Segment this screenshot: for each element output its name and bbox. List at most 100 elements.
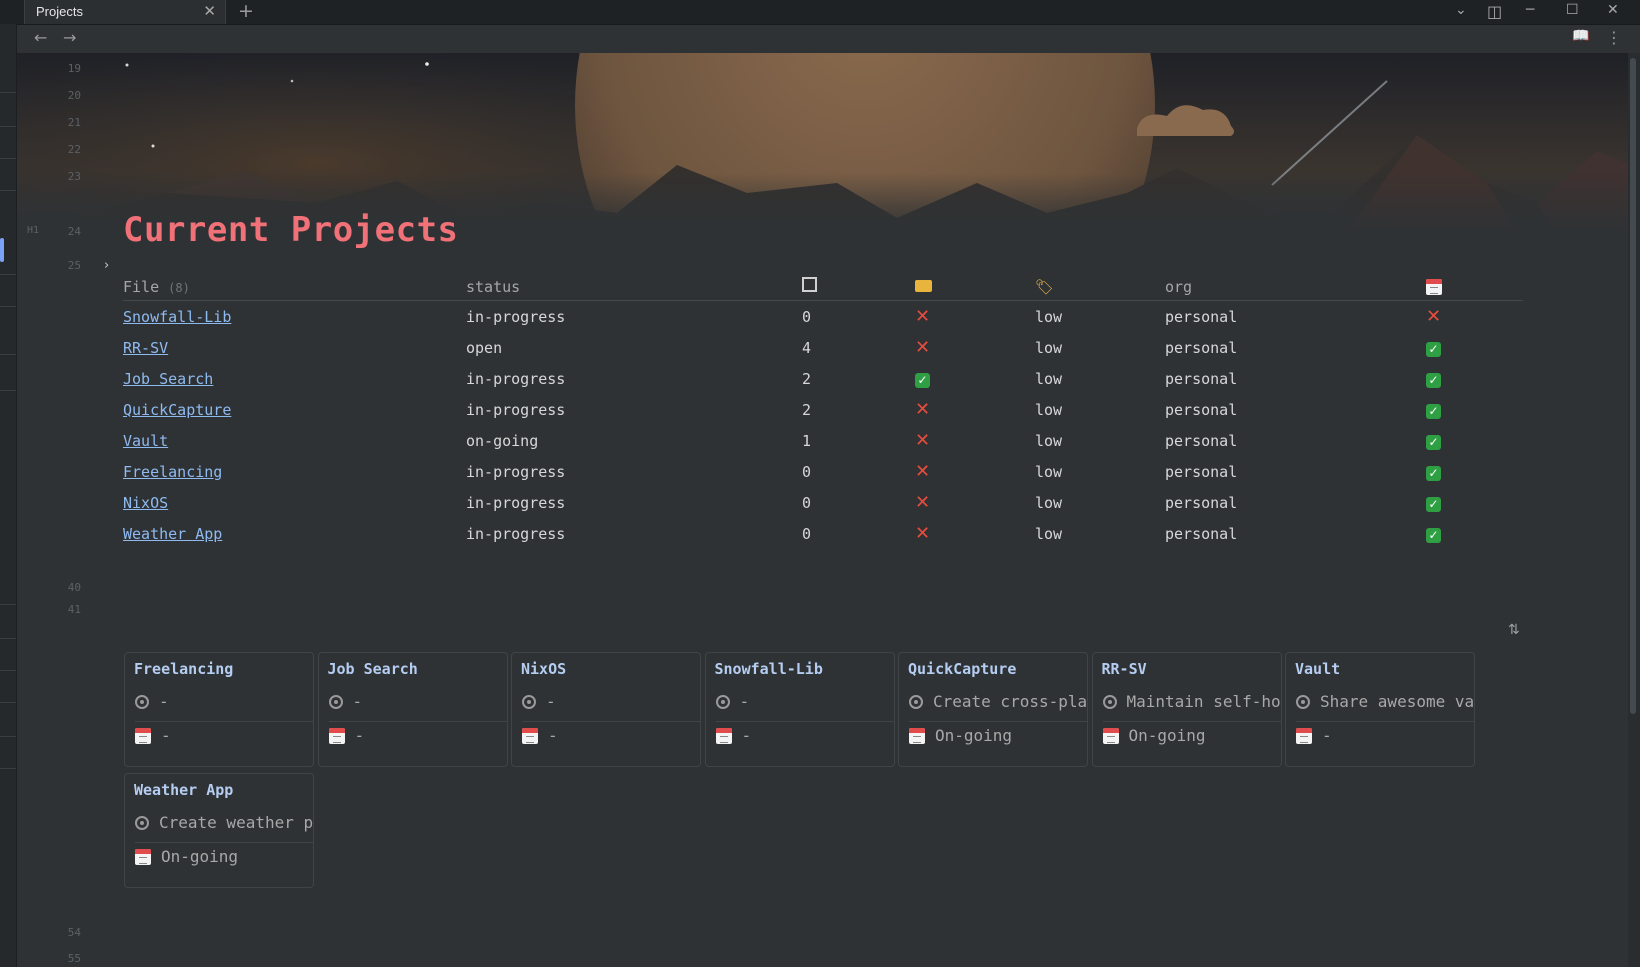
card-goal-row: Share awesome va <box>1296 691 1475 722</box>
maximize-icon[interactable]: ☐ <box>1566 2 1579 18</box>
card-goal-value: Share awesome va <box>1320 692 1475 711</box>
ribbon-divider <box>0 274 16 275</box>
card-date-row: On-going <box>135 846 313 876</box>
task-count-cell: 0 <box>802 518 915 549</box>
card-title[interactable]: Freelancing <box>134 660 233 678</box>
title-bar: Projects ✕ + ⌄ ◫ ─ ☐ ✕ <box>0 0 1640 25</box>
status-value: open <box>466 338 503 357</box>
ticket-cell: ✕ <box>915 301 1035 333</box>
column-header-tasks[interactable] <box>802 273 915 301</box>
file-link[interactable]: Vault <box>123 432 168 450</box>
card-date-value: - <box>1322 726 1332 745</box>
file-link[interactable]: Freelancing <box>123 463 222 481</box>
fold-toggle-icon[interactable]: › <box>104 258 109 273</box>
task-count-cell: 0 <box>802 487 915 518</box>
ribbon-divider <box>0 768 16 769</box>
calendar-icon <box>1296 727 1312 744</box>
project-card[interactable]: Job Search - - <box>317 652 508 767</box>
calendar-icon <box>135 848 151 865</box>
task-count: 4 <box>802 338 812 357</box>
priority-value: low <box>1035 493 1063 512</box>
ribbon-divider <box>0 190 16 191</box>
target-icon <box>1296 694 1310 709</box>
date-cell: ✓ <box>1426 456 1523 487</box>
org-value: personal <box>1165 307 1238 326</box>
table-row: Weather App in-progress 0 ✕ low personal ✓ <box>123 518 1523 549</box>
project-card[interactable]: Snowfall-Lib - - <box>704 652 895 767</box>
project-card[interactable]: Freelancing - - <box>124 652 314 767</box>
file-link[interactable]: RR-SV <box>123 339 168 357</box>
tab-list-dropdown-icon[interactable]: ⌄ <box>1455 2 1467 18</box>
cross-mark-icon: ✕ <box>915 399 931 420</box>
task-count-cell: 4 <box>802 332 915 363</box>
task-count-cell: 2 <box>802 363 915 394</box>
line-number: 20 <box>67 89 81 102</box>
heading-marker: H1 <box>27 225 40 236</box>
date-cell: ✓ <box>1426 425 1523 456</box>
file-link[interactable]: Job Search <box>123 370 213 388</box>
org-value-cell: personal <box>1165 425 1426 456</box>
card-title[interactable]: Vault <box>1295 660 1340 678</box>
project-card[interactable]: NixOS - - <box>511 652 701 767</box>
check-mark-icon: ✓ <box>1426 372 1441 388</box>
project-card[interactable]: Vault Share awesome va - <box>1285 652 1475 767</box>
ticket-icon <box>915 279 932 292</box>
ticket-cell: ✕ <box>915 518 1035 549</box>
tab-close-icon[interactable]: ✕ <box>203 2 216 20</box>
check-mark-icon: ✓ <box>1426 496 1441 512</box>
file-count: (8) <box>168 280 190 295</box>
new-tab-button[interactable]: + <box>238 0 254 22</box>
file-link[interactable]: QuickCapture <box>123 401 231 419</box>
status-value-cell: in-progress <box>466 456 802 487</box>
card-goal-value: - <box>159 692 169 711</box>
reading-mode-icon[interactable]: 📖 <box>1572 28 1589 44</box>
column-header-ticket[interactable] <box>915 273 1035 301</box>
card-title[interactable]: Job Search <box>328 660 418 678</box>
file-link[interactable]: NixOS <box>123 494 168 512</box>
card-goal-row: - <box>715 691 894 722</box>
priority-value: low <box>1035 338 1063 357</box>
card-date-row: - <box>1296 725 1474 755</box>
sidebar-toggle-icon[interactable]: ◫ <box>1487 2 1502 21</box>
card-title[interactable]: QuickCapture <box>908 660 1016 678</box>
column-header-priority[interactable]: 🏷 <box>1035 273 1165 301</box>
ribbon-active-indicator <box>0 238 4 262</box>
check-mark-icon: ✓ <box>1426 434 1441 450</box>
ribbon-divider <box>0 736 16 737</box>
line-number: 40 <box>67 581 81 594</box>
cross-mark-icon: ✕ <box>915 337 931 358</box>
sort-icon[interactable]: ⇅ <box>1508 622 1520 638</box>
task-count-cell: 2 <box>802 394 915 425</box>
column-header-status[interactable]: status <box>466 273 802 301</box>
org-value: personal <box>1165 400 1238 419</box>
card-title[interactable]: Weather App <box>134 781 233 799</box>
table-row: RR-SV open 4 ✕ low personal ✓ <box>123 332 1523 363</box>
file-link[interactable]: Snowfall-Lib <box>123 308 231 326</box>
card-title[interactable]: RR-SV <box>1102 660 1147 678</box>
project-card[interactable]: Weather App Create weather p On-going <box>124 773 314 888</box>
card-goal-row: - <box>328 691 507 722</box>
column-header-file[interactable]: File (8) <box>123 273 466 301</box>
file-link[interactable]: Weather App <box>123 525 222 543</box>
card-goal-value: - <box>546 692 556 711</box>
close-window-icon[interactable]: ✕ <box>1607 2 1619 18</box>
task-count: 0 <box>802 493 812 512</box>
project-card[interactable]: RR-SV Maintain self-ho On-going <box>1091 652 1282 767</box>
project-card[interactable]: QuickCapture Create cross-pla On-going <box>898 652 1088 767</box>
more-options-icon[interactable]: ⋮ <box>1606 28 1622 47</box>
date-cell: ✕ <box>1426 301 1523 333</box>
column-header-org[interactable]: org <box>1165 273 1426 301</box>
line-number: 22 <box>67 143 81 156</box>
scrollbar-thumb[interactable] <box>1630 58 1636 714</box>
card-title[interactable]: NixOS <box>521 660 566 678</box>
minimize-icon[interactable]: ─ <box>1526 2 1534 18</box>
date-cell: ✓ <box>1426 487 1523 518</box>
card-title[interactable]: Snowfall-Lib <box>715 660 823 678</box>
priority-value-cell: low <box>1035 425 1165 456</box>
check-mark-icon: ✓ <box>915 372 930 388</box>
column-header-date[interactable] <box>1426 273 1523 301</box>
tag-icon: 🏷 <box>1035 277 1055 296</box>
card-goal-value: Maintain self-ho <box>1126 692 1281 711</box>
org-value: personal <box>1165 462 1238 481</box>
org-value-cell: personal <box>1165 394 1426 425</box>
